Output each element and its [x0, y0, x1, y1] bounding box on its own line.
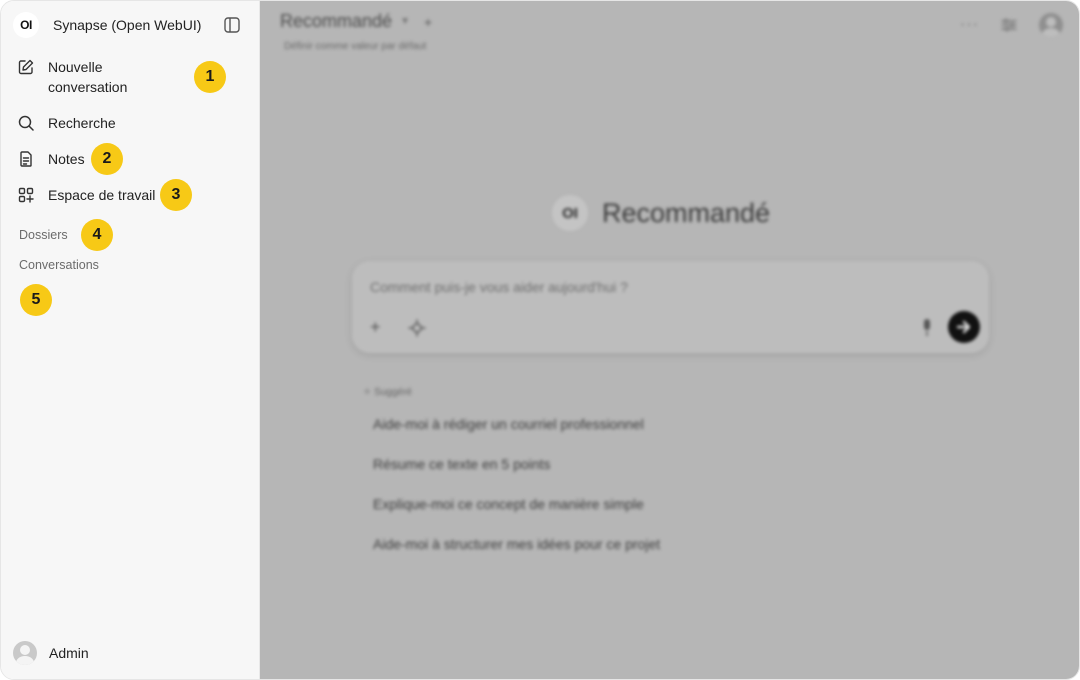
settings-sliders-icon[interactable] [1001, 18, 1017, 32]
add-model-icon[interactable]: + [424, 14, 432, 30]
workspace-button[interactable]: Espace de travail [17, 185, 155, 205]
top-right-controls: ··· [960, 13, 1063, 37]
user-name: Admin [49, 645, 89, 661]
chevron-down-icon: ▼ [400, 16, 410, 27]
edit-icon [18, 59, 34, 75]
message-composer[interactable]: Comment puis-je vous aider aujourd'hui ?… [352, 261, 989, 353]
workspace-icon [18, 187, 34, 203]
suggestion-item[interactable]: Aide-moi à structurer mes idées pour ce … [373, 536, 660, 552]
search-label: Recherche [48, 115, 116, 131]
model-selector[interactable]: Recommandé ▼ + [280, 11, 432, 32]
suggested-label: Suggéré [374, 387, 412, 398]
sidebar-header: OI Synapse (Open WebUI) [13, 11, 247, 39]
annotation-badge-3: 3 [160, 179, 192, 211]
annotation-badge-4: 4 [81, 219, 113, 251]
search-icon [18, 115, 34, 131]
workspace-label: Espace de travail [48, 187, 156, 203]
microphone-icon[interactable] [921, 319, 933, 337]
hero-model-logo: OI [552, 195, 588, 231]
sidebar: OI Synapse (Open WebUI) Nouvelle convers… [1, 1, 260, 679]
annotation-badge-5: 5 [20, 284, 52, 316]
main-inner: Recommandé ▼ + Définir comme valeur par … [260, 1, 1079, 679]
set-default-link[interactable]: Définir comme valeur par défaut [284, 41, 426, 52]
notes-icon [20, 151, 32, 167]
notes-button[interactable]: Notes [17, 149, 85, 169]
hero: OI Recommandé [552, 195, 770, 231]
annotation-badge-1: 1 [194, 61, 226, 93]
suggestion-item[interactable]: Explique-moi ce concept de manière simpl… [373, 496, 644, 512]
suggestion-item[interactable]: Résume ce texte en 5 points [373, 456, 550, 472]
notes-label: Notes [48, 151, 85, 167]
app-name[interactable]: Synapse (Open WebUI) [53, 17, 201, 33]
sidebar-toggle-icon[interactable] [223, 16, 241, 34]
send-button[interactable] [948, 311, 980, 343]
folders-section-title[interactable]: Dossiers [19, 228, 68, 242]
search-button[interactable]: Recherche [17, 113, 116, 133]
message-input[interactable]: Comment puis-je vous aider aujourd'hui ? [370, 279, 628, 295]
app-window: OI Synapse (Open WebUI) Nouvelle convers… [0, 0, 1080, 680]
annotation-badge-2: 2 [91, 143, 123, 175]
tools-icon[interactable] [408, 319, 426, 337]
app-logo[interactable]: OI [13, 12, 39, 38]
arrow-right-icon [956, 320, 971, 334]
model-title: Recommandé [280, 11, 393, 31]
top-user-avatar[interactable] [1039, 13, 1063, 37]
attach-plus-icon[interactable]: + [370, 317, 381, 338]
conversations-section-title[interactable]: Conversations [19, 258, 99, 272]
main-content: Recommandé ▼ + Définir comme valeur par … [260, 1, 1079, 679]
hero-model-title: Recommandé [602, 197, 771, 228]
suggested-heading: ✧ Suggéré [363, 387, 412, 398]
user-avatar [13, 641, 37, 665]
new-chat-button[interactable]: Nouvelle conversation [17, 57, 158, 97]
new-chat-label: Nouvelle conversation [48, 59, 128, 95]
user-menu[interactable]: Admin [13, 641, 89, 665]
suggestion-item[interactable]: Aide-moi à rédiger un courriel professio… [373, 416, 644, 432]
more-icon[interactable]: ··· [960, 16, 979, 34]
